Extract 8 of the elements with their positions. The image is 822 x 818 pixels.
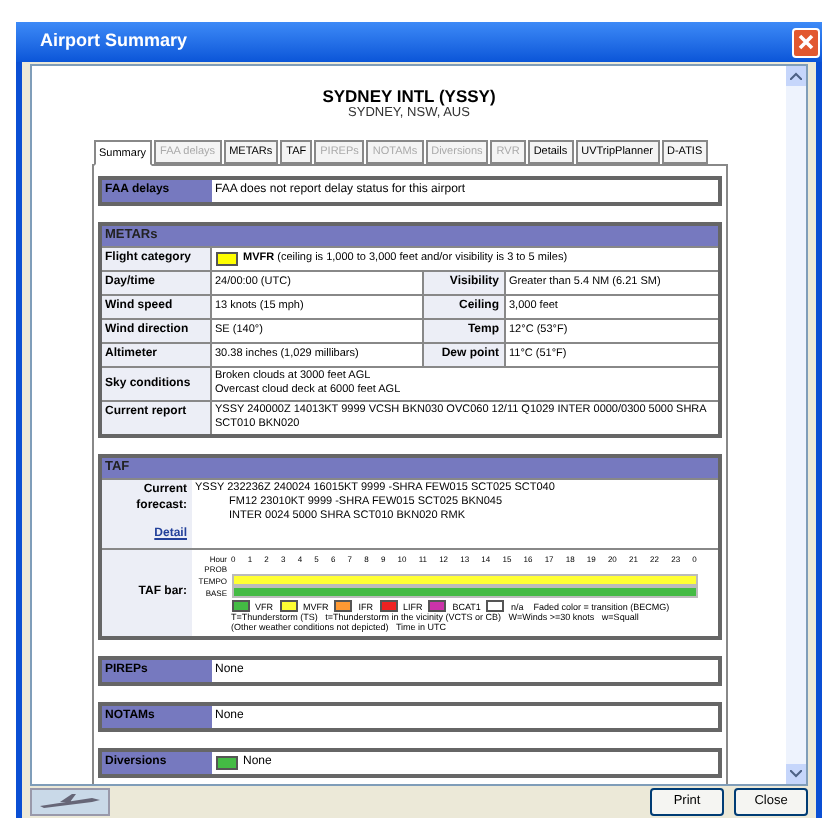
scroll-down-icon[interactable] bbox=[790, 770, 802, 778]
scroll-up-icon[interactable] bbox=[790, 72, 802, 80]
window-title: Airport Summary bbox=[40, 28, 188, 55]
close-icon bbox=[798, 34, 814, 50]
airport-name: SYDNEY INTL (YSSY) bbox=[322, 86, 496, 106]
airplane-picture bbox=[30, 788, 110, 816]
scrollbar[interactable] bbox=[786, 66, 806, 784]
close-button[interactable] bbox=[792, 27, 820, 57]
